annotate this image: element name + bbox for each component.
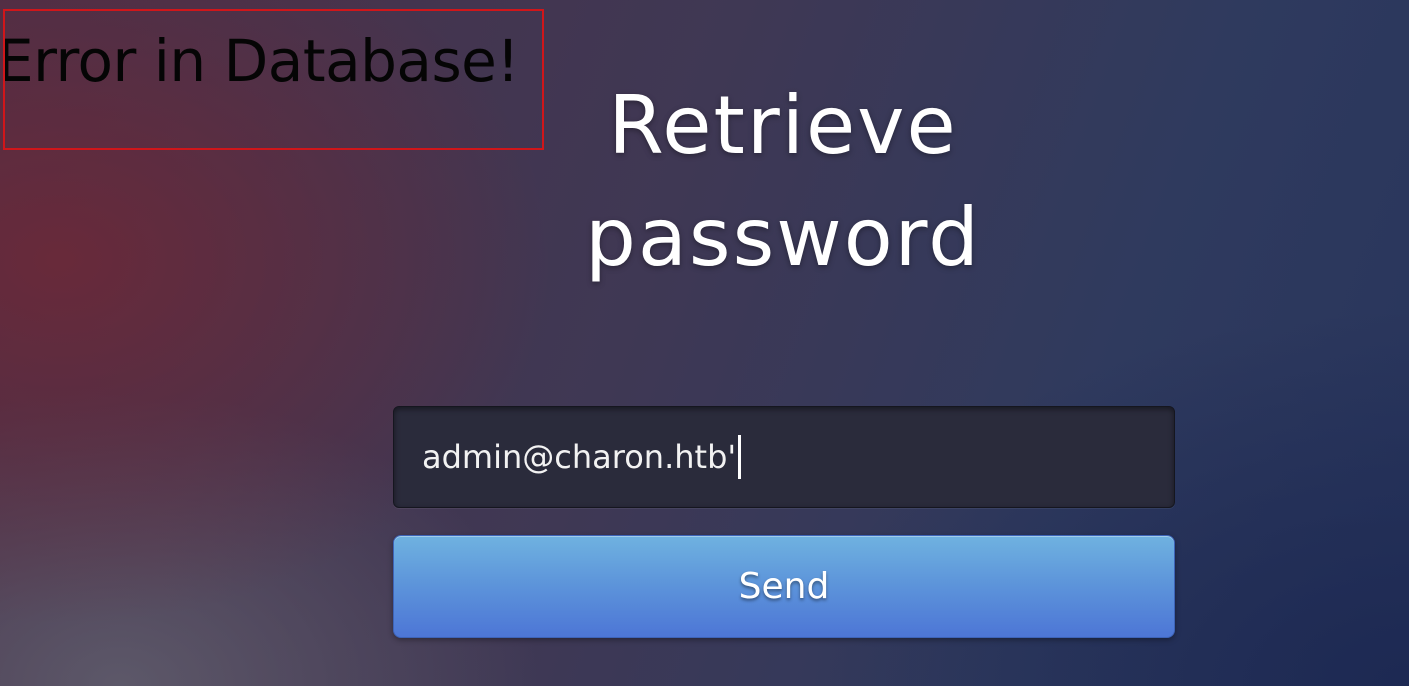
page-title: Retrieve password bbox=[533, 70, 1033, 294]
text-cursor bbox=[738, 435, 742, 479]
error-message-box: Error in Database! bbox=[3, 9, 544, 150]
email-input-value: admin@charon.htb' bbox=[422, 438, 737, 476]
page-title-line2: password bbox=[585, 191, 981, 284]
error-message: Error in Database! bbox=[3, 27, 520, 95]
send-button[interactable]: Send bbox=[393, 535, 1175, 638]
email-input[interactable]: admin@charon.htb' bbox=[393, 406, 1175, 508]
page-title-line1: Retrieve bbox=[608, 79, 958, 172]
